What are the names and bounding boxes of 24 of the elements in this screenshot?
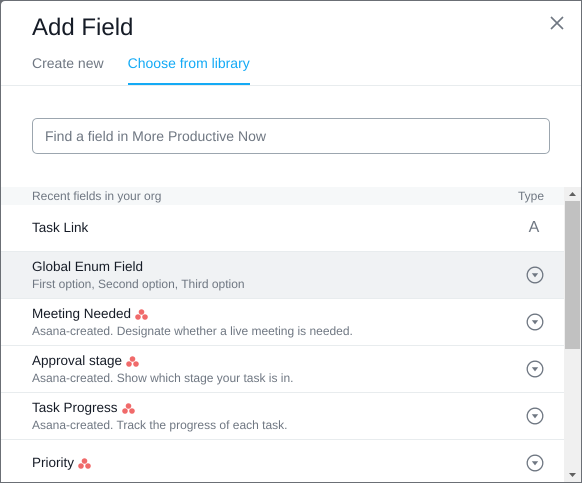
field-row[interactable]: Global Enum Field First option, Second option, Third option	[1, 252, 564, 299]
tab[interactable]: Create new	[32, 49, 104, 85]
field-name: Task Progress	[32, 399, 118, 417]
dropdown-circle-icon	[526, 407, 544, 425]
field-name: Priority	[32, 454, 74, 472]
text-type-icon: A	[524, 216, 544, 240]
dropdown-circle-icon	[526, 454, 544, 472]
dialog-title: Add Field	[32, 13, 134, 43]
dropdown-circle-icon	[526, 313, 544, 331]
field-name: Approval stage	[32, 352, 122, 370]
dropdown-circle-icon	[526, 360, 544, 378]
search-field[interactable]: Find a field in More Productive Now	[32, 118, 550, 154]
field-name: Global Enum Field	[32, 258, 144, 276]
field-name: Task Link	[32, 219, 88, 237]
field-description: Asana-created. Show which stage your task is in.	[32, 370, 294, 386]
field-description: Asana-created. Designate whether a live meeting is needed.	[32, 323, 354, 339]
close-icon[interactable]	[549, 15, 565, 31]
column-heading: Recent fields in your org	[32, 188, 162, 205]
field-name: Meeting Needed	[32, 305, 132, 323]
field-description: First option, Second option, Third option	[32, 276, 246, 292]
dropdown-circle-icon	[526, 266, 544, 284]
field-description: Asana-created. Track the progress of each task.	[32, 417, 288, 433]
scrollbar[interactable]	[564, 187, 581, 482]
column-heading: Type	[518, 188, 544, 205]
